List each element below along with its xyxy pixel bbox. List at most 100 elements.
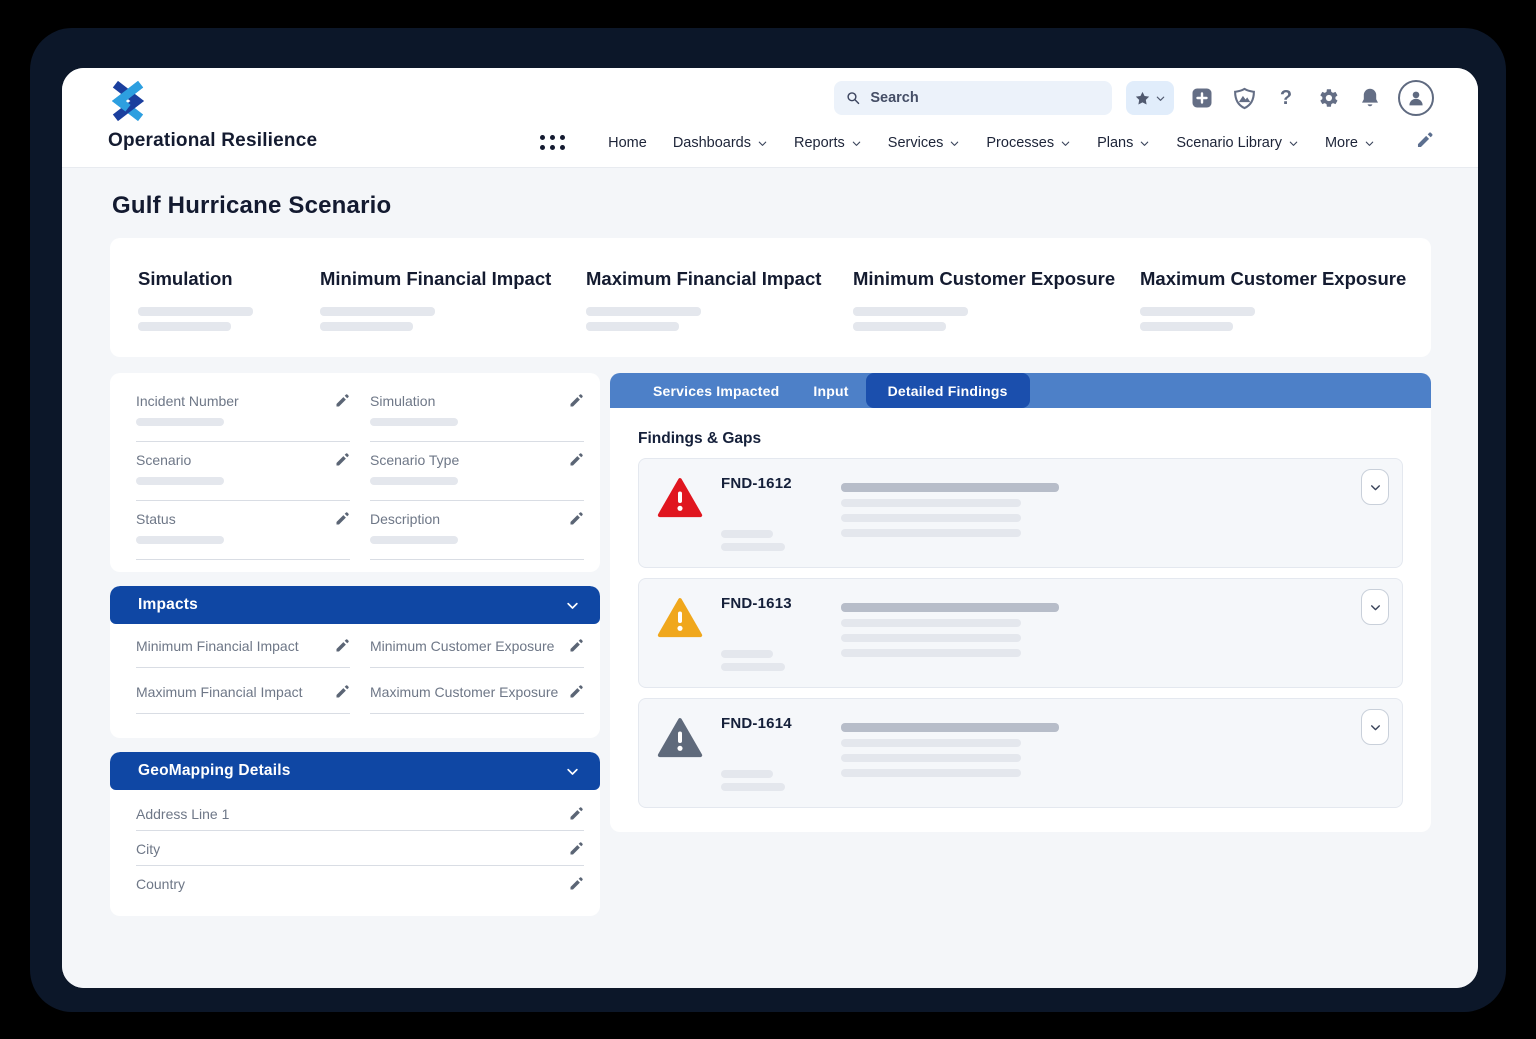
edit-pencil-icon[interactable] — [568, 638, 584, 654]
field-label: City — [136, 841, 160, 857]
mountain-badge-icon — [1232, 86, 1257, 111]
notifications-button[interactable] — [1356, 83, 1384, 113]
nav-item-reports[interactable]: Reports — [794, 135, 862, 151]
field-simulation: Simulation — [370, 393, 584, 442]
field-label: Minimum Customer Exposure — [370, 638, 554, 654]
nav-item-scenario-library[interactable]: Scenario Library — [1176, 135, 1299, 151]
search-input[interactable] — [868, 89, 1100, 107]
edit-pencil-icon[interactable] — [334, 511, 350, 527]
edit-pencil-icon[interactable] — [334, 393, 350, 409]
field-incident-number: Incident Number — [136, 393, 350, 442]
edit-pencil-icon[interactable] — [568, 393, 584, 409]
guidance-button[interactable] — [1230, 83, 1258, 113]
warning-triangle-icon — [657, 715, 705, 793]
field-label: Incident Number — [136, 393, 239, 409]
help-button[interactable]: ? — [1272, 83, 1300, 113]
chevron-down-icon — [1155, 93, 1166, 104]
edit-pencil-icon[interactable] — [334, 684, 350, 700]
field-scenario: Scenario — [136, 452, 350, 501]
edit-pencil-icon[interactable] — [334, 638, 350, 654]
placeholder-bar — [841, 739, 1021, 747]
placeholder-bar — [841, 483, 1059, 492]
chevron-down-icon — [1060, 138, 1071, 149]
warning-triangle-icon — [657, 475, 705, 553]
placeholder-bar — [841, 723, 1059, 732]
edit-pencil-icon[interactable] — [568, 452, 584, 468]
field-underline — [370, 667, 584, 668]
nav-item-label: Dashboards — [673, 135, 751, 151]
edit-pencil-icon[interactable] — [568, 841, 584, 857]
nav-item-more[interactable]: More — [1325, 135, 1375, 151]
nav-item-services[interactable]: Services — [888, 135, 961, 151]
field-underline — [136, 713, 350, 714]
left-column: Incident Number Simulation — [110, 373, 600, 916]
section-title: Impacts — [138, 596, 198, 614]
main-content: Gulf Hurricane Scenario Simulation Minim… — [62, 168, 1478, 988]
warning-triangle-icon — [657, 595, 705, 673]
geomapping-section: GeoMapping Details Address Line 1 — [110, 752, 600, 916]
placeholder-bar — [841, 529, 1021, 537]
edit-pencil-icon[interactable] — [334, 452, 350, 468]
profile-avatar[interactable] — [1398, 80, 1434, 116]
gear-icon — [1316, 86, 1340, 110]
expand-finding-button[interactable] — [1361, 709, 1389, 745]
setup-button[interactable] — [1314, 83, 1342, 113]
placeholder-bar — [370, 477, 458, 485]
field-label: Country — [136, 876, 185, 892]
favorites-button[interactable] — [1126, 81, 1174, 115]
tab-services-impacted[interactable]: Services Impacted — [636, 373, 796, 408]
pencil-icon — [1415, 131, 1434, 150]
header-right: ? — [540, 80, 1434, 157]
nav-item-plans[interactable]: Plans — [1097, 135, 1150, 151]
finding-card-fnd-1612: FND-1612 — [638, 458, 1403, 568]
expand-finding-button[interactable] — [1361, 589, 1389, 625]
field-country: Country — [136, 866, 584, 892]
finding-id: FND-1613 — [721, 595, 837, 612]
expand-finding-button[interactable] — [1361, 469, 1389, 505]
chevron-down-icon — [851, 138, 862, 149]
placeholder-bar — [1140, 322, 1233, 331]
tab-label: Services Impacted — [653, 383, 779, 399]
placeholder-bar — [1140, 307, 1255, 316]
global-search[interactable] — [834, 81, 1112, 115]
field-label: Description — [370, 511, 440, 527]
star-icon — [1134, 90, 1151, 107]
edit-pencil-icon[interactable] — [568, 684, 584, 700]
placeholder-bar — [841, 634, 1021, 642]
field-underline — [136, 441, 350, 442]
tab-detailed-findings[interactable]: Detailed Findings — [866, 373, 1030, 408]
brand-block: Operational Resilience — [108, 80, 317, 157]
nav-item-label: Services — [888, 135, 944, 151]
impacts-section-header[interactable]: Impacts — [110, 586, 600, 624]
summary-header: Minimum Customer Exposure — [853, 268, 1140, 290]
person-icon — [1405, 87, 1427, 109]
finding-description-skeleton — [837, 595, 1384, 673]
nav-item-home[interactable]: Home — [608, 135, 647, 151]
field-label: Minimum Financial Impact — [136, 638, 299, 654]
header-utility-row: ? — [834, 80, 1434, 116]
search-icon — [846, 90, 860, 106]
app-title: Operational Resilience — [108, 130, 317, 152]
placeholder-bar — [320, 307, 435, 316]
geomapping-section-header[interactable]: GeoMapping Details — [110, 752, 600, 790]
edit-pencil-icon[interactable] — [568, 876, 584, 892]
placeholder-bar — [136, 418, 224, 426]
edit-pencil-icon[interactable] — [568, 806, 584, 822]
field-underline — [136, 559, 350, 560]
finding-id: FND-1612 — [721, 475, 837, 492]
tab-input[interactable]: Input — [796, 373, 865, 408]
edit-nav-button[interactable] — [1415, 131, 1434, 155]
app-launcher-icon[interactable] — [540, 135, 566, 151]
placeholder-bar — [841, 499, 1021, 507]
field-underline — [136, 500, 350, 501]
nav-item-processes[interactable]: Processes — [986, 135, 1071, 151]
placeholder-bar — [138, 322, 231, 331]
chevron-down-icon[interactable] — [565, 598, 580, 613]
placeholder-bar — [853, 307, 968, 316]
add-button[interactable] — [1188, 83, 1216, 113]
chevron-down-icon[interactable] — [565, 764, 580, 779]
summary-col-max-customer-exposure: Maximum Customer Exposure — [1140, 268, 1431, 331]
edit-pencil-icon[interactable] — [568, 511, 584, 527]
nav-item-dashboards[interactable]: Dashboards — [673, 135, 768, 151]
app-window: Operational Resilience — [62, 68, 1478, 988]
